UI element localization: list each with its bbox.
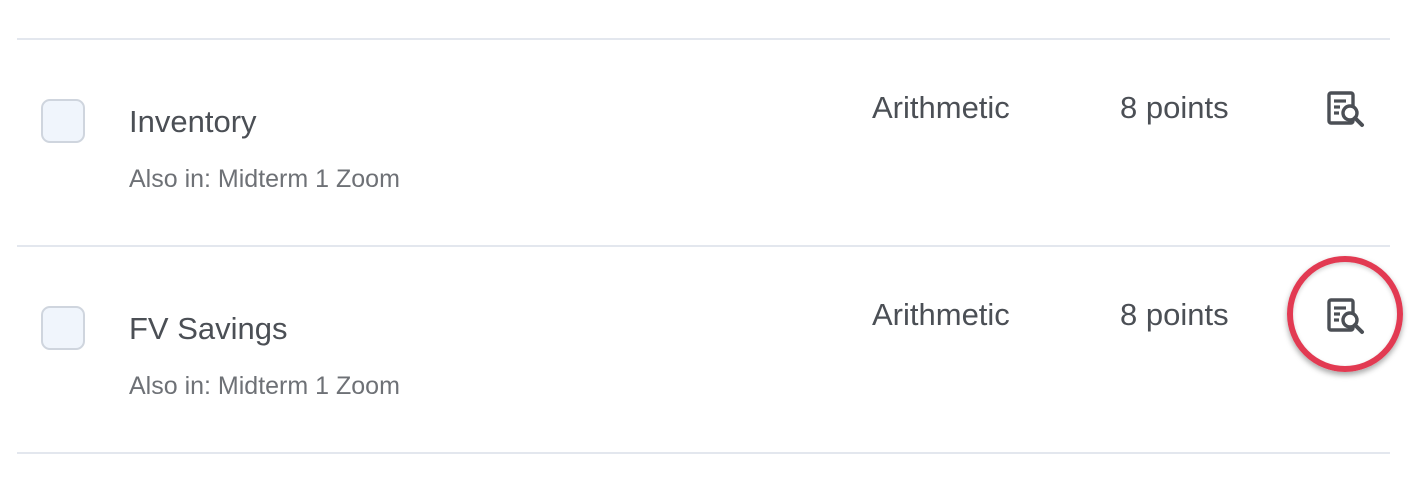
question-also-in: Also in: Midterm 1 Zoom	[129, 372, 400, 400]
preview-search-icon	[1327, 91, 1364, 127]
question-title: Inventory	[129, 104, 257, 139]
divider-bottom	[17, 452, 1390, 454]
question-type: Arithmetic	[872, 297, 1010, 332]
question-also-in: Also in: Midterm 1 Zoom	[129, 165, 400, 193]
question-title: FV Savings	[129, 311, 288, 346]
question-row: FV Savings Also in: Midterm 1 Zoom Arith…	[0, 247, 1414, 453]
preview-search-icon	[1327, 298, 1364, 334]
question-points: 8 points	[1120, 297, 1229, 332]
preview-question-button[interactable]	[1322, 292, 1370, 340]
question-row: Inventory Also in: Midterm 1 Zoom Arithm…	[0, 40, 1414, 246]
question-select-checkbox[interactable]	[41, 306, 85, 350]
question-points: 8 points	[1120, 90, 1229, 125]
question-type: Arithmetic	[872, 90, 1010, 125]
question-select-checkbox[interactable]	[41, 99, 85, 143]
preview-question-button[interactable]	[1322, 85, 1370, 133]
